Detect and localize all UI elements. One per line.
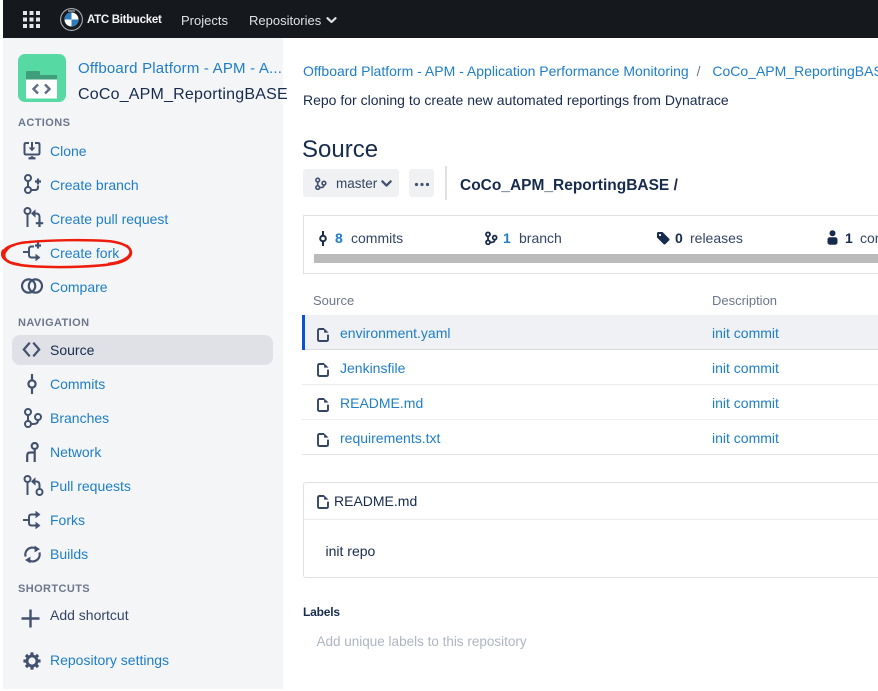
svg-text:BMW: BMW bbox=[68, 9, 75, 13]
